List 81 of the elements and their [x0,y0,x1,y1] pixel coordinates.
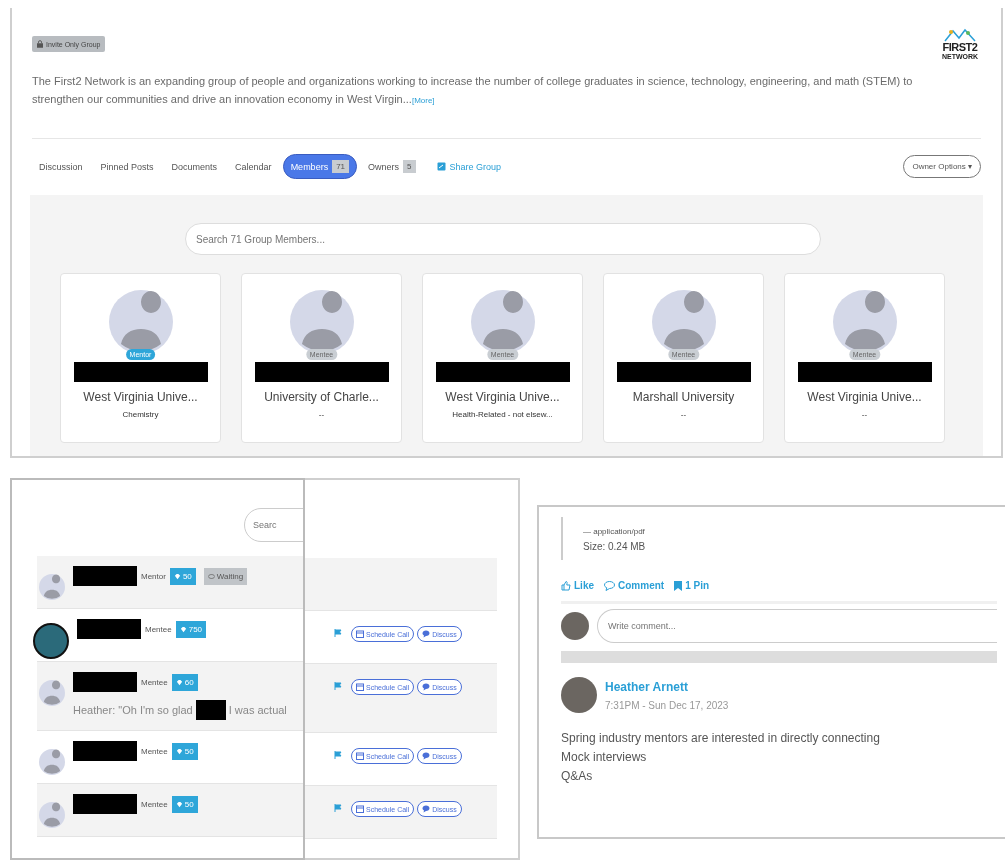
tab[interactable]: Discussion [32,156,90,177]
author-name[interactable]: Heather Arnett [605,679,729,694]
more-link[interactable]: [More] [411,96,435,105]
speech-bubble-icon [422,752,431,760]
role-label: Mentee [141,677,168,687]
comment-field[interactable]: Write comment... [597,609,997,643]
tab[interactable]: Members 71 [282,154,358,179]
redaction-bar [73,794,137,814]
diamond-icon [175,747,183,755]
chat-search-field[interactable]: Searc [244,508,303,542]
redaction-bar [73,672,137,692]
message-preview: I was actual [228,704,287,716]
role-label: Mentee [141,746,168,756]
diamond-icon [179,625,187,633]
flag-icon[interactable] [334,751,342,759]
group-description: The First2 Network is an expanding group of people and organizations working to increase the number of college graduates in science, technology, engineering, and math (STEM) to strengthen our communities and drive an innovation economy in West Virgin...[More] [32,74,914,107]
points-badge: 750 [175,620,207,638]
member-school: University of Charle... [264,390,379,404]
points-badge: 60 [171,673,198,691]
member-field: Health-Related - not elsew... [452,410,553,419]
attachment-size: Size: 0.24 MB [583,541,647,552]
bookmark-icon [674,580,683,591]
member-search-field[interactable]: Search 71 Group Members... [185,223,821,255]
avatar-silhouette-icon [108,290,173,354]
eye-icon [207,572,215,580]
avatar-circle [561,677,597,713]
redaction-bar [73,566,137,586]
post-text: Q&As [561,769,594,783]
comment-link[interactable]: Comment [604,580,665,591]
member-school: Marshall University [632,390,735,404]
diamond-icon [175,678,183,686]
member-field: -- [318,410,325,419]
lock-icon [37,40,43,48]
share-group-link[interactable]: Share Group [436,161,502,172]
redaction-bar [77,619,141,639]
speech-bubble-icon [604,580,615,591]
redaction-bar [195,700,226,720]
role-label: Mentee [145,624,172,634]
thumbs-up-icon [561,580,571,591]
waiting-badge: Waiting [203,567,248,585]
conversation-row[interactable]: Mentor 50 Waiting [37,556,303,609]
role-label: Mentee [141,799,168,809]
calendar-icon [356,630,364,638]
diamond-icon [173,572,181,580]
member-school: West Virginia Unive... [445,390,560,404]
tab[interactable]: Documents [164,156,225,177]
tab[interactable]: Owners 5 [361,155,423,178]
avatar-circle [561,612,589,640]
share-icon [436,162,446,171]
points-badge: 50 [171,795,198,813]
post-text: Spring industry mentors are interested in directly connecting [561,731,881,745]
member-field: Chemistry [122,410,159,419]
flag-icon[interactable] [334,804,342,812]
member-field: -- [861,410,868,419]
diamond-icon [175,800,183,808]
calendar-icon [356,805,364,813]
points-badge: 50 [169,567,196,585]
redaction-bar [73,741,137,761]
member-field: -- [680,410,687,419]
tab[interactable]: Pinned Posts [93,156,161,177]
role-label: Mentor [141,571,166,581]
tab[interactable]: Calendar [228,156,279,177]
member-school: West Virginia Unive... [83,390,198,404]
conversation-row[interactable]: Mentee 50 [37,784,303,837]
points-badge: 50 [171,742,198,760]
member-school: West Virginia Unive... [807,390,922,404]
owner-options-button[interactable]: Owner Options ▾ [903,155,981,178]
flag-icon[interactable] [334,682,342,690]
conversation-row[interactable]: Mentee 60 Heather: "Oh I'm so glad I was actual [37,662,303,731]
attachment-type: — application/pdf [583,527,646,536]
pin-link[interactable]: 1 Pin [674,580,710,591]
speech-bubble-icon [422,630,431,638]
post-text: Mock interviews [561,750,648,764]
calendar-icon [356,752,364,760]
post-time: 7:31PM - Sun Dec 17, 2023 [605,699,729,711]
calendar-icon [356,683,364,691]
speech-bubble-icon [422,683,431,691]
speech-bubble-icon [422,805,431,813]
message-preview: Heather: "Oh I'm so glad [73,704,193,716]
like-link[interactable]: Like [561,580,594,591]
flag-icon[interactable] [334,629,342,637]
